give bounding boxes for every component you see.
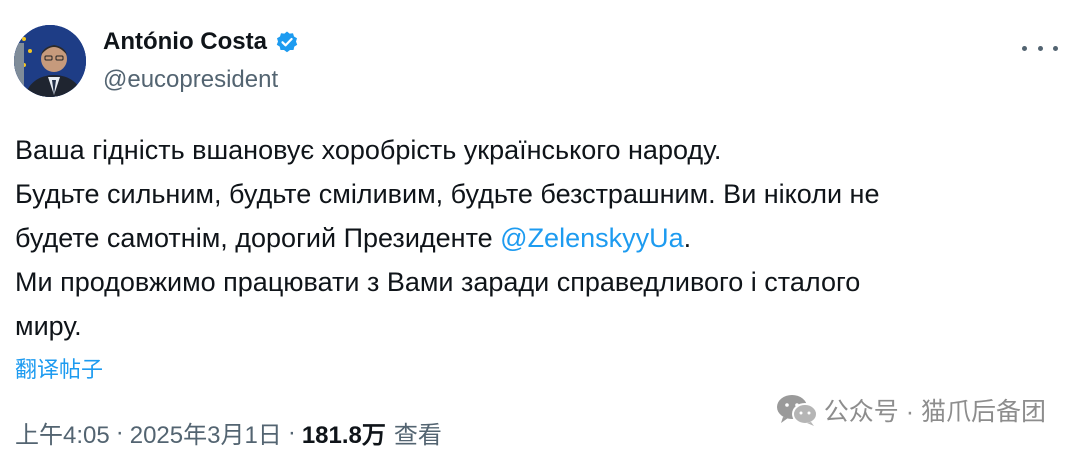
author-name[interactable]: António Costa xyxy=(103,28,267,56)
author-handle[interactable]: @eucopresident xyxy=(103,66,278,94)
views-label[interactable]: 查看 xyxy=(394,415,442,450)
watermark: 公众号 · 猫爪后备团 xyxy=(776,392,1046,428)
wechat-icon xyxy=(776,395,818,426)
post-date[interactable]: 2025年3月1日 xyxy=(130,415,282,450)
tweet-text-fragment: . xyxy=(683,223,692,253)
tweet-line: Ми продовжимо працювати з Вами заради сп… xyxy=(15,267,861,297)
tweet-line: миру. xyxy=(15,311,82,341)
separator-dot: · xyxy=(115,418,124,446)
post-time[interactable]: 上午4:05 xyxy=(15,415,110,450)
author-name-row[interactable]: António Costa xyxy=(103,28,299,56)
more-dot xyxy=(1022,45,1027,51)
mention-link[interactable]: @ZelenskyyUa xyxy=(500,223,683,253)
tweet-line: Будьте сильним, будьте сміливим, будьте … xyxy=(15,179,880,209)
watermark-text: 公众号 · 猫爪后备团 xyxy=(823,398,1046,426)
tweet-meta: 上午4:05 · 2025年3月1日 · 181.8万 查看 xyxy=(15,415,442,450)
tweet-text-fragment: будете самотнім, дорогий Президенте xyxy=(15,223,501,253)
tweet-line: будете самотнім, дорогий Президенте @Zel… xyxy=(15,216,1025,260)
translate-post-link[interactable]: 翻译帖子 xyxy=(15,352,103,384)
more-dot xyxy=(1053,45,1058,51)
avatar[interactable] xyxy=(14,25,86,97)
tweet-text: Ваша гідність вшановує хоробрість україн… xyxy=(15,128,1025,348)
tweet-line: Ваша гідність вшановує хоробрість україн… xyxy=(15,135,722,165)
more-dot xyxy=(1037,45,1043,51)
separator-dot: · xyxy=(287,418,296,446)
more-options-icon[interactable] xyxy=(1022,38,1058,58)
avatar-image xyxy=(14,25,86,97)
verified-badge-icon[interactable] xyxy=(275,30,299,54)
view-count[interactable]: 181.8万 xyxy=(302,415,386,450)
